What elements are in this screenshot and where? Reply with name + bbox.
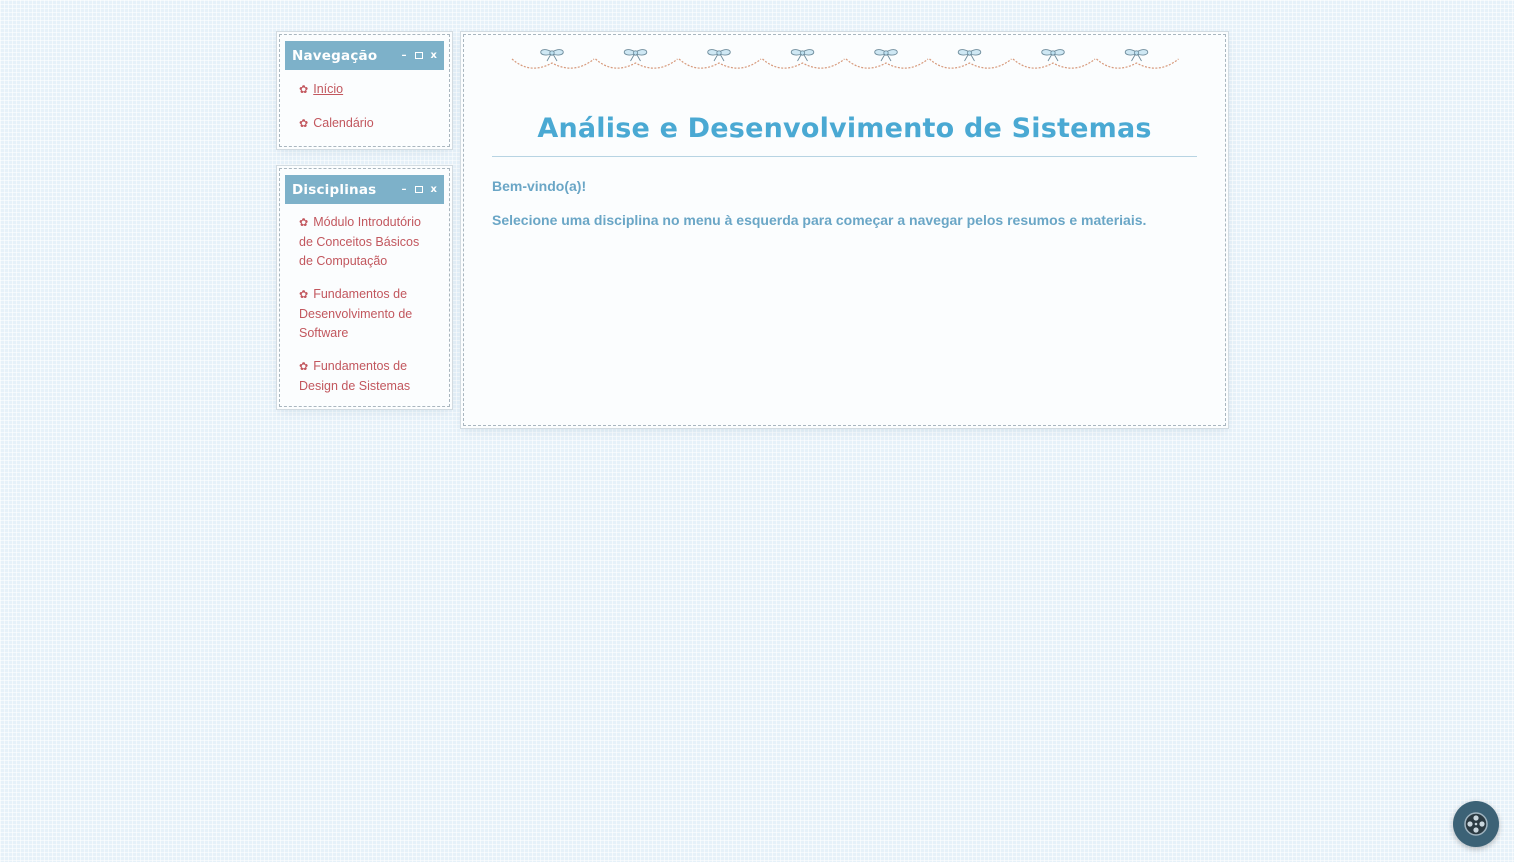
disciplines-title: Disciplinas [292,181,377,198]
window-controls: – x [402,184,437,195]
discipline-link-fundamentos-software[interactable]: Fundamentos de Desenvolvimento de Softwa… [299,287,412,340]
flower-icon: ✿ [299,289,309,301]
navigation-titlebar[interactable]: Navegação – x [285,41,444,70]
discipline-item: ✿ Fundamentos de Desenvolvimento de Softw… [299,285,435,343]
minimize-button[interactable]: – [402,50,407,61]
main-window: Análise e Desenvolvimento de Sistemas Be… [463,34,1226,426]
bow-garland-decoration [511,49,1179,69]
navigation-menu: ✿ Início ✿ Calendário [299,80,435,148]
nav-link-inicio[interactable]: Início [313,82,343,96]
disciplines-titlebar[interactable]: Disciplinas – x [285,175,444,204]
flower-icon: ✿ [299,118,309,130]
bow-garland-group [511,49,1179,69]
nav-item-calendario: ✿ Calendário [299,114,435,134]
flower-icon: ✿ [299,361,309,373]
close-button[interactable]: x [431,184,437,195]
intro-text: Selecione uma disciplina no menu à esque… [492,212,1147,228]
welcome-text: Bem-vindo(a)! [492,178,587,194]
discipline-link-fundamentos-design[interactable]: Fundamentos de Design de Sistemas [299,359,410,393]
flower-icon: ✿ [299,217,309,229]
page-title: Análise e Desenvolvimento de Sistemas [537,113,1152,144]
maximize-icon[interactable] [414,186,423,193]
close-button[interactable]: x [431,50,437,61]
navigation-title: Navegação [292,47,378,64]
discipline-link-modulo-introdutorio[interactable]: Módulo Introdutório de Conceitos Básicos… [299,215,421,268]
disciplines-menu: ✿ Módulo Introdutório de Conceitos Básico… [299,213,435,410]
disciplines-window: Disciplinas – x ✿ Módulo Introdutório de … [279,168,450,407]
title-divider [492,156,1197,157]
maximize-icon[interactable] [414,52,423,59]
nav-item-inicio: ✿ Início [299,80,435,100]
navigation-window: Navegação – x ✿ Início ✿ Calendário [279,34,450,147]
nav-link-calendario[interactable]: Calendário [313,116,373,130]
discipline-item: ✿ Módulo Introdutório de Conceitos Básico… [299,213,435,271]
film-reel-icon [1464,812,1488,836]
film-reel-button[interactable] [1453,801,1499,847]
minimize-button[interactable]: – [402,184,407,195]
window-controls: – x [402,50,437,61]
flower-icon: ✿ [299,84,309,96]
discipline-item: ✿ Fundamentos de Design de Sistemas [299,357,435,396]
